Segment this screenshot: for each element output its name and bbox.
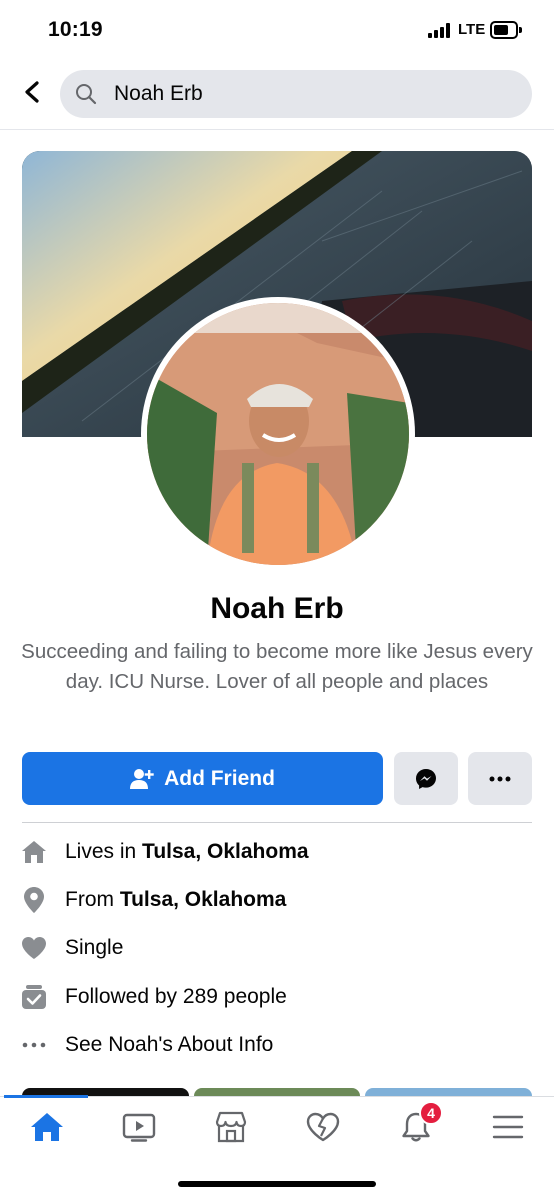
message-button[interactable] [394,752,458,805]
location-pin-icon [20,886,48,914]
back-button[interactable] [14,74,50,110]
profile-picture[interactable] [141,297,415,571]
followers-icon [20,983,48,1011]
tab-menu[interactable] [484,1107,532,1147]
add-friend-button[interactable]: Add Friend [22,752,383,805]
more-dots-icon [20,1031,48,1059]
intro-lives-in: Lives in Tulsa, Oklahoma [20,834,540,870]
intro-followers[interactable]: Followed by 289 people [20,979,540,1015]
tab-marketplace[interactable] [207,1107,255,1147]
intro-value[interactable]: Tulsa, Oklahoma [142,840,309,863]
battery-icon [490,21,522,39]
divider [22,822,532,823]
search-input[interactable]: Noah Erb [60,70,532,118]
chevron-left-icon [25,81,39,103]
see-about-info-link[interactable]: See Noah's About Info [20,1027,540,1063]
network-type: LTE [458,21,486,38]
marketplace-icon [215,1111,247,1143]
add-friend-label: Add Friend [164,766,275,790]
tab-dating[interactable] [299,1107,347,1147]
intro-text: See Noah's About Info [65,1033,274,1056]
home-indicator [178,1181,376,1187]
menu-icon [492,1115,524,1139]
intro-value[interactable]: Tulsa, Oklahoma [120,888,287,911]
add-person-icon [130,768,154,789]
signal-icon [428,23,453,38]
intro-text: Followed by 289 people [65,985,287,1008]
intro-from: From Tulsa, Oklahoma [20,882,540,918]
search-icon [76,84,97,105]
intro-relationship: Single [20,930,540,966]
profile-name: Noah Erb [210,592,344,625]
search-query: Noah Erb [114,82,203,105]
intro-text: Single [65,936,124,959]
tab-watch[interactable] [115,1107,163,1147]
home-icon [31,1113,63,1141]
heart-icon [20,934,48,962]
messenger-icon [416,768,436,789]
tab-home[interactable] [23,1107,71,1147]
more-dots-icon [489,776,511,781]
status-bar: 10:19 LTE [0,0,554,56]
dating-icon [306,1112,340,1142]
profile-bio: Succeeding and failing to become more li… [21,640,533,693]
search-header: Noah Erb [0,56,554,130]
status-time: 10:19 [48,18,103,41]
watch-icon [122,1113,156,1142]
intro-text: Lives in [65,840,143,863]
home-icon [20,838,48,866]
notifications-badge: 4 [419,1101,443,1125]
more-options-button[interactable] [468,752,532,805]
active-tab-indicator [4,1095,88,1098]
intro-text: From [65,888,120,911]
